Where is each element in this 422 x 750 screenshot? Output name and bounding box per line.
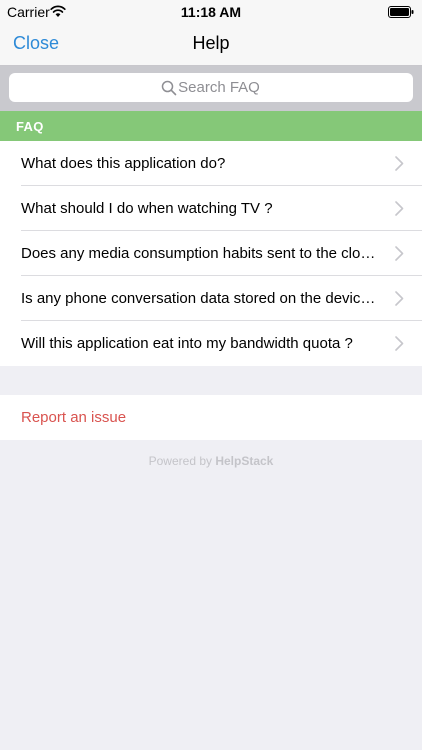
chevron-right-icon [395, 336, 404, 351]
faq-item-label: Will this application eat into my bandwi… [21, 335, 353, 352]
faq-item-label: Is any phone conversation data stored on… [21, 290, 377, 307]
powered-by-footer: Powered by HelpStack [0, 454, 422, 468]
faq-list: What does this application do? What shou… [0, 141, 422, 366]
faq-item[interactable]: Will this application eat into my bandwi… [0, 321, 422, 366]
powered-by-prefix: Powered by [148, 454, 216, 468]
status-time: 11:18 AM [180, 4, 242, 20]
close-button[interactable]: Close [13, 33, 59, 54]
chevron-right-icon [395, 291, 404, 306]
report-issue-label: Report an issue [21, 409, 127, 426]
faq-item[interactable]: Is any phone conversation data stored on… [0, 276, 422, 321]
faq-item-label: What does this application do? [21, 155, 226, 172]
chevron-right-icon [395, 156, 404, 171]
faq-item[interactable]: Does any media consumption habits sent t… [0, 231, 422, 276]
chevron-right-icon [395, 201, 404, 216]
powered-by-brand: HelpStack [215, 454, 274, 468]
battery-icon [388, 6, 414, 18]
navigation-bar: Close Help [0, 24, 422, 66]
faq-item-label: What should I do when watching TV ? [21, 200, 273, 217]
faq-item[interactable]: What does this application do? [0, 141, 422, 186]
faq-header-label: FAQ [16, 119, 44, 134]
status-bar: Carrier 11:18 AM [0, 0, 422, 24]
search-bar [0, 66, 422, 111]
page-title: Help [192, 33, 230, 53]
chevron-right-icon [395, 246, 404, 261]
report-issue-button[interactable]: Report an issue [0, 395, 422, 440]
faq-item[interactable]: What should I do when watching TV ? [0, 186, 422, 231]
faq-section-header: FAQ [0, 111, 422, 141]
faq-item-label: Does any media consumption habits sent t… [21, 245, 377, 262]
search-input[interactable] [9, 73, 413, 102]
